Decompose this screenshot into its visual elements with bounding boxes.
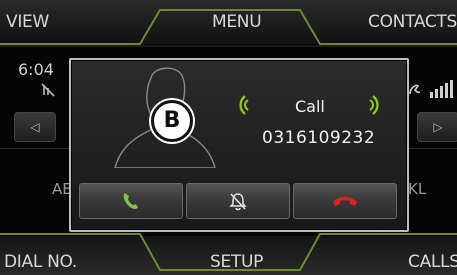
phone-decline-icon (333, 196, 357, 206)
incoming-call-dialog: B Call 0316109232 (69, 58, 409, 232)
next-arrow-icon: ▷ (433, 120, 443, 134)
decline-call-button[interactable] (293, 183, 397, 219)
phone-accept-icon (123, 193, 138, 209)
no-signal-icon (41, 83, 55, 97)
signal-strength-icon (409, 80, 453, 98)
prev-button[interactable]: ◁ (14, 112, 56, 142)
caller-number: 0316109232 (262, 128, 376, 148)
view-tab[interactable]: VIEW (6, 11, 49, 33)
ringing-wave-left-icon (239, 95, 249, 115)
menu-tab[interactable]: MENU (212, 11, 262, 33)
call-title: Call (295, 97, 325, 116)
contacts-tab[interactable]: CONTACTS (368, 11, 457, 33)
contact-initial-badge: B (151, 100, 193, 142)
setup-tab[interactable]: SETUP (210, 251, 263, 273)
calls-tab[interactable]: CALLS (408, 251, 457, 273)
mute-ringtone-button[interactable] (186, 183, 290, 219)
ringing-wave-right-icon (369, 95, 379, 115)
keypad-fragment-right: KL (408, 180, 427, 198)
dial-number-tab[interactable]: DIAL NO. (4, 251, 77, 273)
bell-mute-icon (229, 193, 247, 211)
accept-call-button[interactable] (79, 183, 183, 219)
infotainment-screen: VIEW MENU CONTACTS 6:04 ◁ ▷ AB KL DIAL N… (0, 0, 457, 275)
clock-time: 6:04 (18, 60, 54, 79)
prev-arrow-icon: ◁ (30, 120, 40, 134)
next-button[interactable]: ▷ (417, 112, 457, 142)
